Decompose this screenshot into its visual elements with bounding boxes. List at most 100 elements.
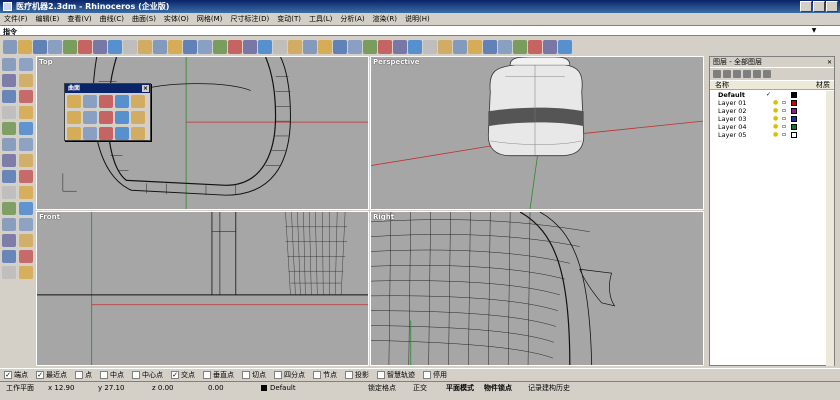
layer-color-swatch[interactable] [791, 92, 797, 98]
toolbar-icon[interactable] [423, 40, 437, 54]
tool-icon[interactable] [2, 218, 16, 231]
layer-color-swatch[interactable] [791, 100, 797, 106]
tool-icon[interactable] [19, 90, 33, 103]
ortho-toggle[interactable]: 正交 [413, 382, 427, 394]
toolbar-icon[interactable] [153, 40, 167, 54]
toolbar-icon[interactable] [348, 40, 362, 54]
lightbulb-icon[interactable]: ● [773, 132, 778, 138]
checkbox[interactable] [274, 370, 282, 379]
new-sublayer-icon[interactable] [723, 70, 731, 78]
toolbar-icon[interactable] [483, 40, 497, 54]
toolbar-icon[interactable] [33, 40, 47, 54]
osnap-option[interactable]: 四分点 [274, 370, 305, 380]
toolbar-icon[interactable] [468, 40, 482, 54]
current-layer[interactable]: Default [270, 382, 296, 394]
checkbox[interactable]: ✓ [4, 370, 12, 379]
menu-item[interactable]: 曲面(S) [132, 13, 156, 25]
lightbulb-icon[interactable]: ● [773, 116, 778, 122]
layer-scrollbar[interactable] [826, 91, 834, 366]
tool-icon[interactable] [19, 74, 33, 87]
tool-icon[interactable] [19, 218, 33, 231]
tool-icon[interactable] [19, 266, 33, 279]
toolbar-icon[interactable] [63, 40, 77, 54]
checkbox[interactable] [423, 370, 431, 379]
surface-tool-icon[interactable] [115, 95, 129, 108]
osnap-option[interactable]: 中点 [100, 370, 124, 380]
toolbar-icon[interactable] [393, 40, 407, 54]
history-toggle[interactable]: 记录建构历史 [528, 382, 570, 394]
lock-icon[interactable]: ▫ [782, 132, 787, 138]
surface-tool-icon[interactable] [115, 111, 129, 124]
delete-layer-icon[interactable] [733, 70, 741, 78]
toolbar-icon[interactable] [543, 40, 557, 54]
tool-icon[interactable] [2, 154, 16, 167]
tool-icon[interactable] [19, 202, 33, 215]
checkbox[interactable] [313, 370, 321, 379]
lightbulb-icon[interactable]: ● [773, 108, 778, 114]
toolbar-icon[interactable] [363, 40, 377, 54]
tool-icon[interactable] [19, 106, 33, 119]
close-icon[interactable]: × [142, 85, 149, 92]
lightbulb-icon[interactable]: ● [773, 100, 778, 106]
tool-icon[interactable] [19, 250, 33, 263]
osnap-option[interactable]: 点 [75, 370, 92, 380]
layer-row[interactable]: Layer 01 ● ▫ [710, 99, 834, 107]
checkbox[interactable] [242, 370, 250, 379]
viewport-right[interactable]: Right [370, 211, 704, 366]
lock-icon[interactable]: ▫ [782, 100, 787, 106]
osnap-option[interactable]: 中心点 [132, 370, 163, 380]
surface-tool-icon[interactable] [131, 111, 145, 124]
osnap-option[interactable]: 切点 [242, 370, 266, 380]
menu-item[interactable]: 尺寸标注(D) [230, 13, 269, 25]
checkbox[interactable] [75, 370, 83, 379]
toolbar-icon[interactable] [48, 40, 62, 54]
osnap-option[interactable]: ✓ 交点 [171, 370, 195, 380]
new-layer-icon[interactable] [713, 70, 721, 78]
tool-icon[interactable] [2, 266, 16, 279]
toolbar-icon[interactable] [228, 40, 242, 54]
layer-row[interactable]: Layer 04 ● ▫ [710, 123, 834, 131]
toolbar-icon[interactable] [3, 40, 17, 54]
layer-color-swatch[interactable] [791, 124, 797, 130]
minimize-button[interactable] [800, 1, 812, 12]
toolbar-icon[interactable] [168, 40, 182, 54]
move-down-icon[interactable] [753, 70, 761, 78]
toolbar-icon[interactable] [273, 40, 287, 54]
column-material[interactable]: 材质 [816, 81, 830, 90]
tool-icon[interactable] [2, 202, 16, 215]
chevron-down-icon[interactable]: ▼ [810, 27, 818, 35]
checkbox[interactable]: ✓ [171, 370, 179, 379]
toolbar-icon[interactable] [558, 40, 572, 54]
toolbar-icon[interactable] [408, 40, 422, 54]
surface-tool-icon[interactable] [67, 111, 81, 124]
palette-title-bar[interactable]: 曲面 × [65, 84, 150, 93]
osnap-option[interactable]: 智慧轨迹 [377, 370, 415, 380]
checkbox[interactable]: ✓ [36, 370, 44, 379]
checkbox[interactable] [100, 370, 108, 379]
toolbar-icon[interactable] [108, 40, 122, 54]
tool-icon[interactable] [2, 234, 16, 247]
close-button[interactable] [826, 1, 838, 12]
menu-item[interactable]: 分析(A) [340, 13, 364, 25]
osnap-option[interactable]: 停用 [423, 370, 447, 380]
lock-icon[interactable]: ▫ [782, 116, 787, 122]
toolbar-icon[interactable] [453, 40, 467, 54]
command-line[interactable]: 指令 ▼ [0, 25, 840, 36]
column-name[interactable]: 名称 [715, 81, 729, 90]
toolbar-icon[interactable] [528, 40, 542, 54]
osnap-option[interactable]: ✓ 最近点 [36, 370, 67, 380]
toolbar-icon[interactable] [93, 40, 107, 54]
menu-item[interactable]: 查看(V) [67, 13, 91, 25]
tool-icon[interactable] [2, 186, 16, 199]
tool-icon[interactable] [19, 234, 33, 247]
lightbulb-icon[interactable]: ● [773, 124, 778, 130]
surface-tool-icon[interactable] [83, 111, 97, 124]
lock-icon[interactable]: ▫ [782, 108, 787, 114]
layer-color-swatch[interactable] [791, 116, 797, 122]
surface-tool-icon[interactable] [131, 127, 145, 140]
menu-item[interactable]: 曲线(C) [100, 13, 124, 25]
tool-icon[interactable] [19, 170, 33, 183]
menu-item[interactable]: 变动(T) [277, 13, 301, 25]
surface-tool-icon[interactable] [99, 95, 113, 108]
toolbar-icon[interactable] [318, 40, 332, 54]
